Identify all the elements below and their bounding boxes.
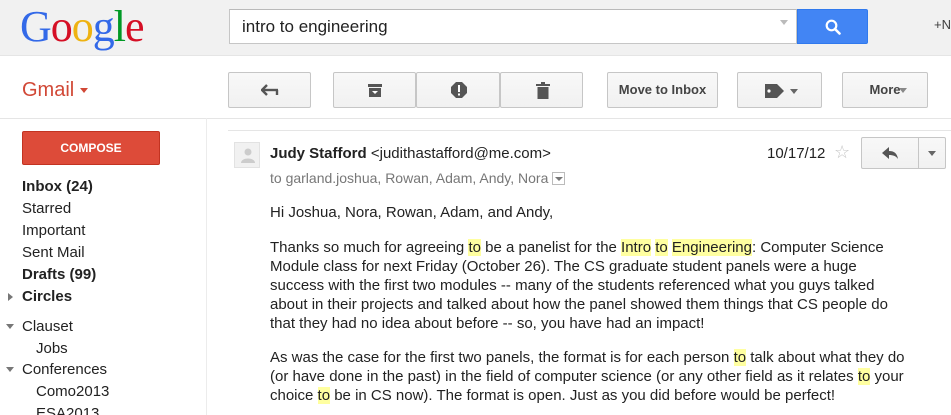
- message-line: choice to be in CS now). The format is o…: [270, 386, 835, 405]
- report-spam-button[interactable]: [416, 72, 500, 108]
- message-text: that they had no idea about before -- so…: [270, 315, 705, 332]
- sender-email: <judithastafford@me.com>: [370, 145, 551, 162]
- archive-icon: [368, 84, 382, 97]
- search-icon: [825, 19, 841, 35]
- spam-icon: [451, 82, 467, 98]
- collapse-down-icon[interactable]: [6, 367, 14, 372]
- recipients-text: to garland.joshua, Rowan, Adam, Andy, No…: [270, 170, 549, 186]
- archive-button[interactable]: [333, 72, 416, 108]
- sidebar-item-clauset[interactable]: Clauset: [22, 318, 73, 335]
- gmail-menu[interactable]: Gmail: [22, 79, 89, 102]
- person-icon: [241, 148, 255, 163]
- recipients: to garland.joshua, Rowan, Adam, Andy, No…: [270, 170, 566, 186]
- message-text: talk about what they do: [746, 349, 905, 366]
- message-line: Thanks so much for agreeing to be a pane…: [270, 238, 884, 257]
- sender-name[interactable]: Judy Stafford: [270, 145, 367, 162]
- compose-button[interactable]: COMPOSE: [22, 131, 160, 165]
- back-button[interactable]: [228, 72, 311, 108]
- message-text: As was the case for the first two panels…: [270, 349, 734, 366]
- delete-button[interactable]: [500, 72, 583, 108]
- message-text: be in CS now). The format is open. Just …: [330, 387, 836, 404]
- search-highlight: to: [468, 239, 481, 256]
- reply-more-button[interactable]: [918, 137, 946, 169]
- logo-letter: G: [20, 2, 52, 51]
- trash-icon: [536, 82, 550, 99]
- message-text: Module class for next Friday (October 26…: [270, 258, 857, 275]
- sidebar-item-starred[interactable]: Starred: [22, 200, 71, 217]
- toolbar-divider: [0, 118, 951, 119]
- message-text: success with the first two modules -- ma…: [270, 277, 875, 294]
- search-highlight: to: [655, 239, 668, 256]
- message-line: As was the case for the first two panels…: [270, 348, 905, 367]
- sidebar-item-como2013[interactable]: Como2013: [36, 383, 109, 400]
- google-logo[interactable]: Google: [20, 2, 145, 52]
- label-tag-icon: [765, 84, 784, 98]
- message-line: that they had no idea about before -- so…: [270, 314, 704, 333]
- expand-right-icon[interactable]: [8, 293, 13, 301]
- star-icon[interactable]: ☆: [834, 142, 850, 163]
- sidebar-item-drafts[interactable]: Drafts (99): [22, 266, 96, 283]
- sidebar-item-conferences[interactable]: Conferences: [22, 361, 107, 378]
- sender: Judy Stafford <judithastafford@me.com>: [270, 145, 551, 162]
- message-text: (or have done in the past) in the field …: [270, 368, 858, 385]
- message-text: Thanks so much for agreeing: [270, 239, 469, 256]
- sidebar-item-jobs[interactable]: Jobs: [36, 340, 68, 357]
- reply-button[interactable]: [861, 137, 919, 169]
- move-to-inbox-button[interactable]: Move to Inbox: [607, 72, 718, 108]
- search-options-chevron-icon[interactable]: [780, 20, 788, 25]
- sidebar-item-important[interactable]: Important: [22, 222, 85, 239]
- more-button[interactable]: More: [842, 72, 928, 108]
- message-line: (or have done in the past) in the field …: [270, 367, 904, 386]
- message-line: success with the first two modules -- ma…: [270, 276, 874, 295]
- labels-button[interactable]: [737, 72, 822, 108]
- message-greeting: Hi Joshua, Nora, Rowan, Adam, and Andy,: [270, 204, 554, 221]
- reply-icon: [882, 147, 898, 159]
- search-input[interactable]: intro to engineering: [229, 9, 797, 44]
- show-details-icon[interactable]: [552, 172, 566, 185]
- logo-letter: o: [71, 2, 94, 51]
- search-highlight: Intro: [621, 239, 652, 256]
- message-text: be a panelist for the: [480, 239, 622, 256]
- sidebar-divider: [206, 118, 207, 415]
- sidebar-item-esa2013[interactable]: ESA2013: [36, 405, 99, 415]
- message-line: about in their projects and talked about…: [270, 295, 888, 314]
- gmail-label: Gmail: [22, 79, 75, 101]
- logo-letter: e: [125, 2, 145, 51]
- search-highlight: to: [733, 349, 747, 366]
- message-text: choice: [270, 387, 318, 404]
- logo-letter: l: [113, 2, 126, 51]
- avatar[interactable]: [234, 142, 260, 168]
- message-text: about in their projects and talked about…: [270, 296, 888, 313]
- message-divider: [228, 130, 951, 131]
- search-highlight: to: [317, 387, 331, 404]
- message-date: 10/17/12: [767, 145, 826, 162]
- search-button[interactable]: [797, 9, 868, 44]
- back-arrow-icon: [261, 84, 279, 96]
- sidebar-item-sent-mail[interactable]: Sent Mail: [22, 244, 85, 261]
- chevron-down-icon: [790, 89, 798, 94]
- google-plus-link[interactable]: +N: [934, 17, 951, 32]
- top-bar: Google intro to engineering +N: [0, 0, 951, 56]
- message-line: Module class for next Friday (October 26…: [270, 257, 857, 276]
- chevron-down-icon: [899, 88, 907, 93]
- chevron-down-icon: [80, 88, 89, 94]
- more-label: More: [869, 82, 901, 97]
- logo-letter: o: [50, 2, 73, 51]
- collapse-down-icon[interactable]: [6, 324, 14, 329]
- logo-letter: g: [92, 2, 115, 51]
- sidebar-item-circles[interactable]: Circles: [22, 288, 72, 305]
- search-highlight: to: [857, 368, 871, 385]
- search-highlight: Engineering: [671, 239, 752, 256]
- message-text: your: [870, 368, 904, 385]
- message-text: : Computer Science: [751, 239, 884, 256]
- sidebar-item-inbox[interactable]: Inbox (24): [22, 178, 93, 195]
